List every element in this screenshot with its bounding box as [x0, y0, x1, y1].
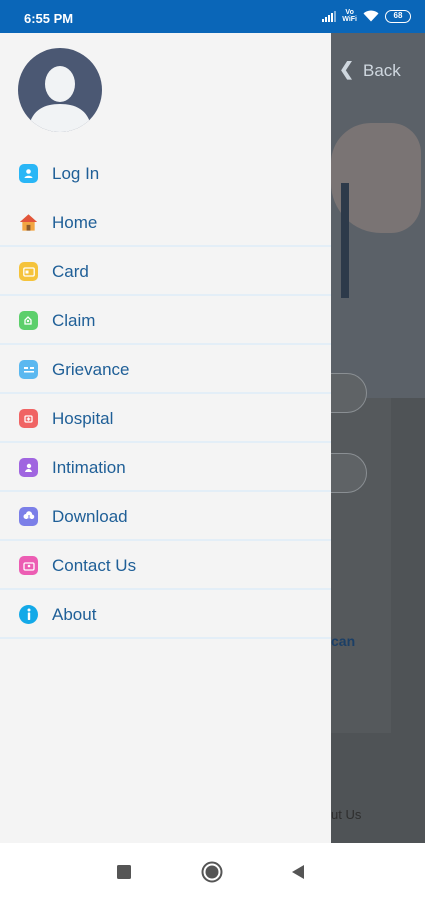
menu-item-label: About — [52, 605, 97, 624]
menu-item-about[interactable]: About — [0, 590, 331, 639]
vowifi-icon: Vo WiFi — [342, 9, 357, 23]
user-silhouette-icon — [28, 66, 92, 132]
vowifi-line2: WiFi — [342, 16, 357, 23]
status-bar: 6:55 PM Vo WiFi 68 — [0, 0, 425, 33]
background-text: can — [331, 633, 356, 649]
menu-item-label: Download — [52, 507, 128, 526]
contact-icon — [19, 556, 38, 575]
menu-item-card[interactable]: Card — [0, 247, 331, 296]
drawer-menu: Log In Home Card Claim Grievance Hospita… — [0, 149, 331, 639]
recents-button[interactable] — [116, 864, 132, 885]
intimation-icon — [19, 458, 38, 477]
menu-item-contact-us[interactable]: Contact Us — [0, 541, 331, 590]
claim-icon — [19, 311, 38, 330]
vowifi-line1: Vo — [345, 9, 354, 16]
menu-item-claim[interactable]: Claim — [0, 296, 331, 345]
status-icons: Vo WiFi 68 — [322, 9, 411, 23]
menu-item-intimation[interactable]: Intimation — [0, 443, 331, 492]
background-form-card — [331, 398, 391, 733]
background-pen-image — [341, 183, 349, 298]
menu-item-label: Contact Us — [52, 556, 137, 575]
status-time: 6:55 PM — [24, 11, 74, 26]
background-app-scrim[interactable]: ❮ Back can ut Us — [331, 33, 425, 843]
circle-icon — [201, 861, 223, 883]
battery-level: 68 — [393, 10, 403, 20]
info-icon — [19, 605, 38, 624]
signal-icon — [322, 10, 337, 22]
download-icon — [19, 507, 38, 526]
card-icon — [19, 262, 38, 281]
menu-item-log-in[interactable]: Log In — [0, 149, 331, 198]
menu-item-download[interactable]: Download — [0, 492, 331, 541]
grievance-icon — [19, 360, 38, 379]
back-button[interactable] — [290, 864, 306, 885]
login-user-icon — [19, 164, 38, 183]
background-back-label: Back — [363, 61, 401, 80]
square-icon — [117, 865, 131, 879]
home-icon — [19, 213, 38, 232]
back-triangle-icon — [292, 865, 304, 879]
menu-item-label: Hospital — [52, 409, 114, 428]
system-navigation-bar — [0, 843, 425, 900]
menu-item-label: Log In — [52, 164, 100, 183]
navigation-drawer: Log In Home Card Claim Grievance Hospita… — [0, 33, 331, 843]
hospital-icon — [19, 409, 38, 428]
battery-icon: 68 — [385, 9, 411, 23]
menu-item-hospital[interactable]: Hospital — [0, 394, 331, 443]
back-arrow-icon: ❮ — [339, 59, 355, 79]
home-button[interactable] — [201, 861, 223, 888]
menu-item-label: Claim — [52, 311, 96, 330]
menu-item-label: Card — [52, 262, 89, 281]
background-text: ut Us — [331, 807, 362, 822]
avatar[interactable] — [18, 48, 102, 132]
menu-item-home[interactable]: Home — [0, 198, 331, 247]
menu-item-label: Grievance — [52, 360, 130, 379]
menu-item-label: Intimation — [52, 458, 126, 477]
wifi-icon — [363, 10, 379, 22]
menu-item-label: Home — [52, 213, 98, 232]
menu-item-grievance[interactable]: Grievance — [0, 345, 331, 394]
